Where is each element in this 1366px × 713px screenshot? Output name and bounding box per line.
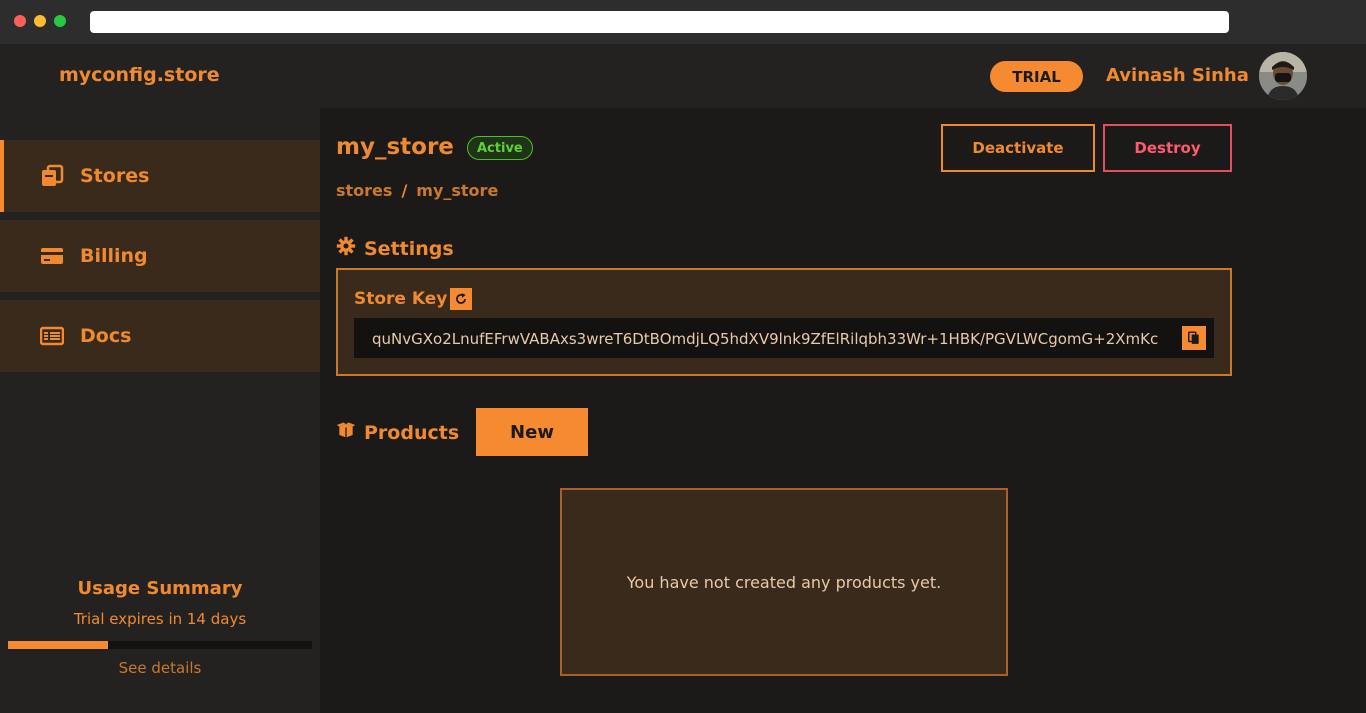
avatar-image-icon [1259,52,1307,100]
sidebar-item-stores[interactable]: Stores [0,140,320,212]
settings-heading: Settings [336,236,454,261]
breadcrumb: stores / my_store [336,181,498,200]
store-key-value[interactable]: quNvGXo2LnufEFrwVABAxs3wreT6DtBOmdjLQ5hd… [372,330,1172,348]
store-key-panel: Store Key quNvGXo2LnufEFrwVABAxs3wreT6Dt… [336,268,1232,376]
stores-icon [40,164,64,188]
store-key-field[interactable]: quNvGXo2LnufEFrwVABAxs3wreT6DtBOmdjLQ5hd… [354,318,1214,358]
sidebar: Stores Billing Docs Usage Summary Trial … [0,108,320,713]
sidebar-item-billing[interactable]: Billing [0,220,320,292]
store-key-label: Store Key [354,289,448,309]
destroy-button[interactable]: Destroy [1103,124,1232,172]
usage-summary-title: Usage Summary [77,578,243,599]
empty-products-panel: You have not created any products yet. [560,488,1008,676]
new-product-button[interactable]: New [476,408,588,456]
breadcrumb-item-stores[interactable]: stores [336,181,392,200]
main-content: my_store Active Deactivate Destroy store… [320,108,1366,713]
copy-key-button[interactable] [1182,326,1206,350]
address-bar[interactable] [90,11,1229,33]
see-details-link[interactable]: See details [0,659,320,677]
box-icon [336,420,356,445]
billing-card-icon [40,244,64,268]
browser-titlebar [0,0,1366,44]
docs-icon [40,324,64,348]
trial-badge[interactable]: TRIAL [990,61,1083,92]
brand-logo[interactable]: myconfig.store [59,64,220,86]
usage-progress-bar [8,641,312,649]
sidebar-item-label: Stores [80,165,150,187]
sidebar-item-docs[interactable]: Docs [0,300,320,372]
page-title: my_store [336,134,454,160]
breadcrumb-separator: / [401,181,408,200]
trial-expiry-text: Trial expires in 14 days [73,610,247,628]
app-header: myconfig.store TRIAL Avinash Sinha [0,44,1366,108]
breadcrumb-item-current: my_store [416,181,499,200]
empty-products-message: You have not created any products yet. [626,572,942,592]
deactivate-button[interactable]: Deactivate [941,124,1095,172]
avatar[interactable] [1259,52,1307,100]
gear-icon [336,236,356,261]
status-badge: Active [467,136,533,160]
window-minimize-dot[interactable] [34,15,46,27]
products-title: Products [364,421,460,444]
usage-progress-fill [8,641,109,649]
products-heading: Products [336,420,459,445]
regenerate-key-button[interactable] [450,288,472,310]
copy-icon [1188,331,1199,344]
sidebar-item-label: Docs [80,325,132,347]
window-close-dot[interactable] [14,15,26,27]
settings-title: Settings [364,237,454,260]
window-maximize-dot[interactable] [54,15,66,27]
refresh-icon [456,293,466,304]
user-name[interactable]: Avinash Sinha [1106,65,1249,86]
sidebar-item-label: Billing [80,245,148,267]
